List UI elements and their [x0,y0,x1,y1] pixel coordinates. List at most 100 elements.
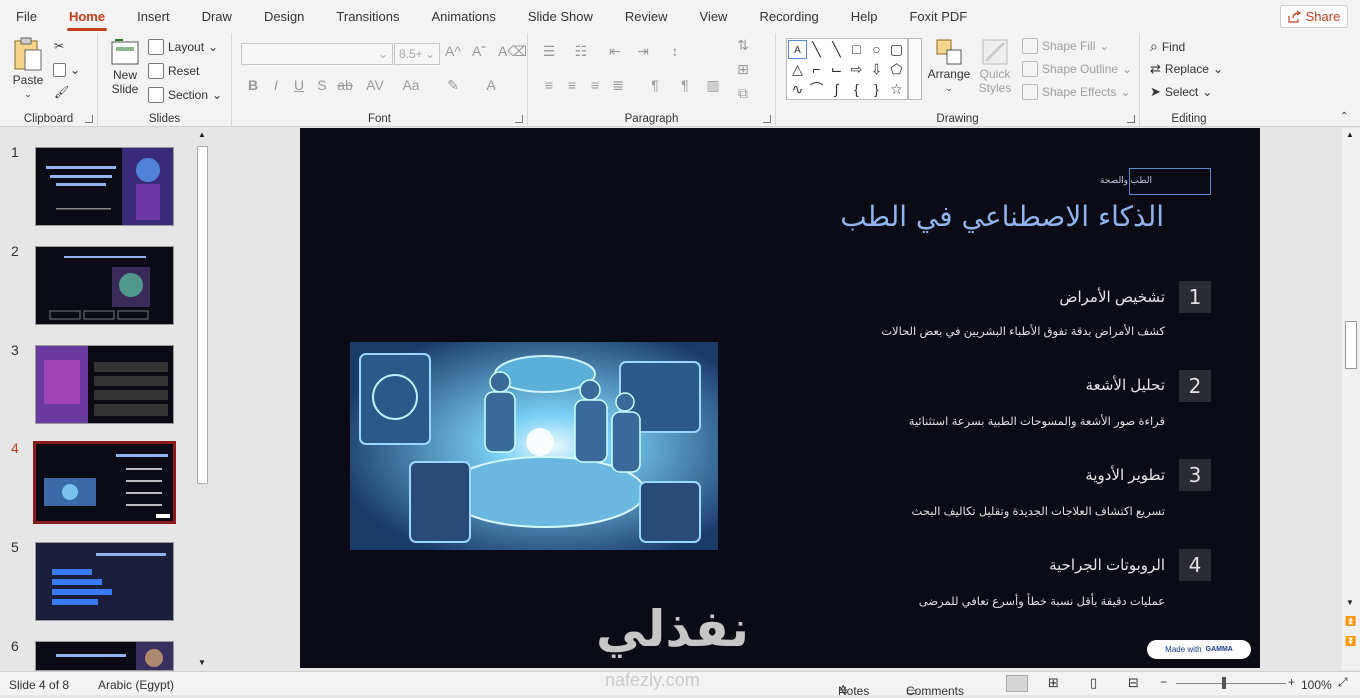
find-button[interactable]: ⌕ Find [1150,38,1185,55]
tab-view[interactable]: View [684,0,744,33]
reset-button[interactable]: Reset [148,63,199,79]
change-case-icon[interactable]: Aa [400,77,422,93]
align-center-icon[interactable]: ≡ [561,77,583,93]
rtl-icon[interactable]: ¶ [644,77,666,93]
font-color-icon[interactable]: A [480,77,502,93]
copy-icon[interactable]: ⌄ [53,63,80,77]
tab-design[interactable]: Design [248,0,320,33]
language-indicator[interactable]: Arabic (Egypt) [98,678,174,692]
right-arrow-shape-icon[interactable]: ⇨ [847,60,866,79]
normal-view-icon[interactable] [1006,675,1028,692]
shrink-font-icon[interactable]: Aˇ [468,43,490,59]
decrease-indent-icon[interactable]: ⇤ [604,43,626,60]
italic-icon[interactable]: I [265,77,287,93]
thumbnails-scrollbar[interactable]: ▲ ▼ [194,128,211,670]
oval-shape-icon[interactable]: ○ [867,40,886,59]
quick-styles-button[interactable]: Quick Styles [974,37,1016,95]
rounded-rect-shape-icon[interactable]: ▢ [887,40,906,59]
numbering-icon[interactable]: ☷ [570,43,592,60]
slide-thumbnail-1[interactable] [35,147,174,226]
shapes-more-icon[interactable] [908,38,922,100]
font-size-dropdown[interactable]: 8.5+ ⌄ [394,43,440,65]
columns-icon[interactable]: ▥ [702,77,724,94]
slide-scroll-down-icon[interactable]: ▼ [1346,598,1354,607]
shadow-icon[interactable]: S [311,77,333,93]
highlight-icon[interactable]: ✎ [442,77,464,94]
line-shape-icon[interactable]: ╲ [807,40,826,59]
connector-shape-icon[interactable]: ⌐ [807,60,826,79]
bullets-icon[interactable]: ☰ [538,43,560,60]
bold-icon[interactable]: B [242,77,264,93]
textbox-shape-icon[interactable]: A [788,40,807,59]
made-with-gamma-badge[interactable]: Made with GAMMA [1147,640,1251,659]
shape-fill-button[interactable]: Shape Fill ⌄ [1022,38,1109,54]
tab-recording[interactable]: Recording [743,0,834,33]
new-slide-button[interactable]: New Slide [106,38,144,96]
scroll-up-icon[interactable]: ▲ [198,130,206,139]
clear-formatting-icon[interactable]: A⌫ [498,43,527,60]
slideshow-icon[interactable]: ⊟ [1128,675,1139,691]
slide-thumbnail-3[interactable] [35,345,174,424]
slide-scrollbar[interactable]: ▲ ▼ ⏫ ⏬ [1342,128,1360,670]
tab-insert[interactable]: Insert [121,0,186,33]
font-launcher-icon[interactable] [515,115,523,123]
tab-file[interactable]: File [0,0,53,33]
char-spacing-icon[interactable]: AV [364,77,386,93]
zoom-slider-thumb[interactable] [1222,677,1226,689]
left-brace-shape-icon[interactable]: { [847,80,866,99]
font-name-dropdown[interactable]: ⌄ [241,43,393,65]
slide-canvas[interactable]: الطب والصحة الذكاء الاصطناعي في الطب 1 ت… [300,128,1260,668]
rectangle-shape-icon[interactable]: □ [847,40,866,59]
arrange-button[interactable]: Arrange ⌄ [926,37,972,95]
layout-button[interactable]: Layout ⌄ [148,39,218,55]
underline-icon[interactable]: U [288,77,310,93]
tab-draw[interactable]: Draw [186,0,248,33]
scroll-down-icon[interactable]: ▼ [198,658,206,667]
tab-slide-show[interactable]: Slide Show [512,0,609,33]
text-direction-icon[interactable]: ⇅ [732,37,754,54]
star-shape-icon[interactable]: ☆ [887,80,906,99]
tab-review[interactable]: Review [609,0,684,33]
slide-scroll-up-icon[interactable]: ▲ [1346,130,1354,139]
slide-thumbnail-2[interactable] [35,246,174,325]
slide-thumbnail-5[interactable] [35,542,174,621]
triangle-shape-icon[interactable]: △ [788,60,807,79]
align-right-icon[interactable]: ≡ [584,77,606,93]
ltr-icon[interactable]: ¶ [674,77,696,93]
slide-sorter-icon[interactable]: ⊞ [1048,675,1059,691]
strikethrough-icon[interactable]: ab [334,77,356,93]
shapes-gallery[interactable]: A ╲ ╲ □ ○ ▢ △ ⌐ ⌙ ⇨ ⇩ ⬠ ∿ ⌒ ∫ { } ☆ [786,38,908,100]
zoom-in-icon[interactable]: + [1288,675,1295,689]
zoom-slider[interactable] [1176,683,1286,684]
align-left-icon[interactable]: ≡ [538,77,560,93]
drawing-launcher-icon[interactable] [1127,115,1135,123]
tab-animations[interactable]: Animations [416,0,512,33]
tab-foxit-pdf[interactable]: Foxit PDF [893,0,983,33]
justify-icon[interactable]: ≣ [607,77,629,94]
next-slide-icon[interactable]: ⏬ [1345,636,1356,647]
previous-slide-icon[interactable]: ⏫ [1345,616,1356,627]
zoom-out-icon[interactable]: − [1160,675,1167,689]
slide-thumbnail-4[interactable] [33,441,176,524]
arc-shape-icon[interactable]: ⌒ [807,80,826,99]
select-button[interactable]: ➤ Select ⌄ [1150,84,1212,100]
grow-font-icon[interactable]: A^ [442,43,464,59]
tab-transitions[interactable]: Transitions [320,0,415,33]
format-painter-icon[interactable]: 🖌 [54,85,69,99]
share-button[interactable]: Share [1280,5,1348,28]
paragraph-launcher-icon[interactable] [763,115,771,123]
replace-button[interactable]: ⇄ Replace ⌄ [1150,61,1223,77]
clipboard-launcher-icon[interactable] [85,115,93,123]
increase-indent-icon[interactable]: ⇥ [632,43,654,60]
pentagon-shape-icon[interactable]: ⬠ [887,60,906,79]
thumbnails-scroll-thumb[interactable] [197,146,208,484]
collapse-ribbon-icon[interactable]: ⌃ [1340,111,1348,122]
reading-view-icon[interactable]: ▯ [1090,675,1097,691]
align-text-icon[interactable]: ⊞ [732,61,754,78]
shape-outline-button[interactable]: Shape Outline ⌄ [1022,61,1132,77]
line-spacing-icon[interactable]: ↕ [664,43,686,59]
section-button[interactable]: Section ⌄ [148,87,222,103]
zoom-level[interactable]: 100% [1301,678,1332,692]
slide-scroll-thumb[interactable] [1345,321,1357,369]
fit-to-window-icon[interactable]: ⤢ [1338,675,1348,690]
